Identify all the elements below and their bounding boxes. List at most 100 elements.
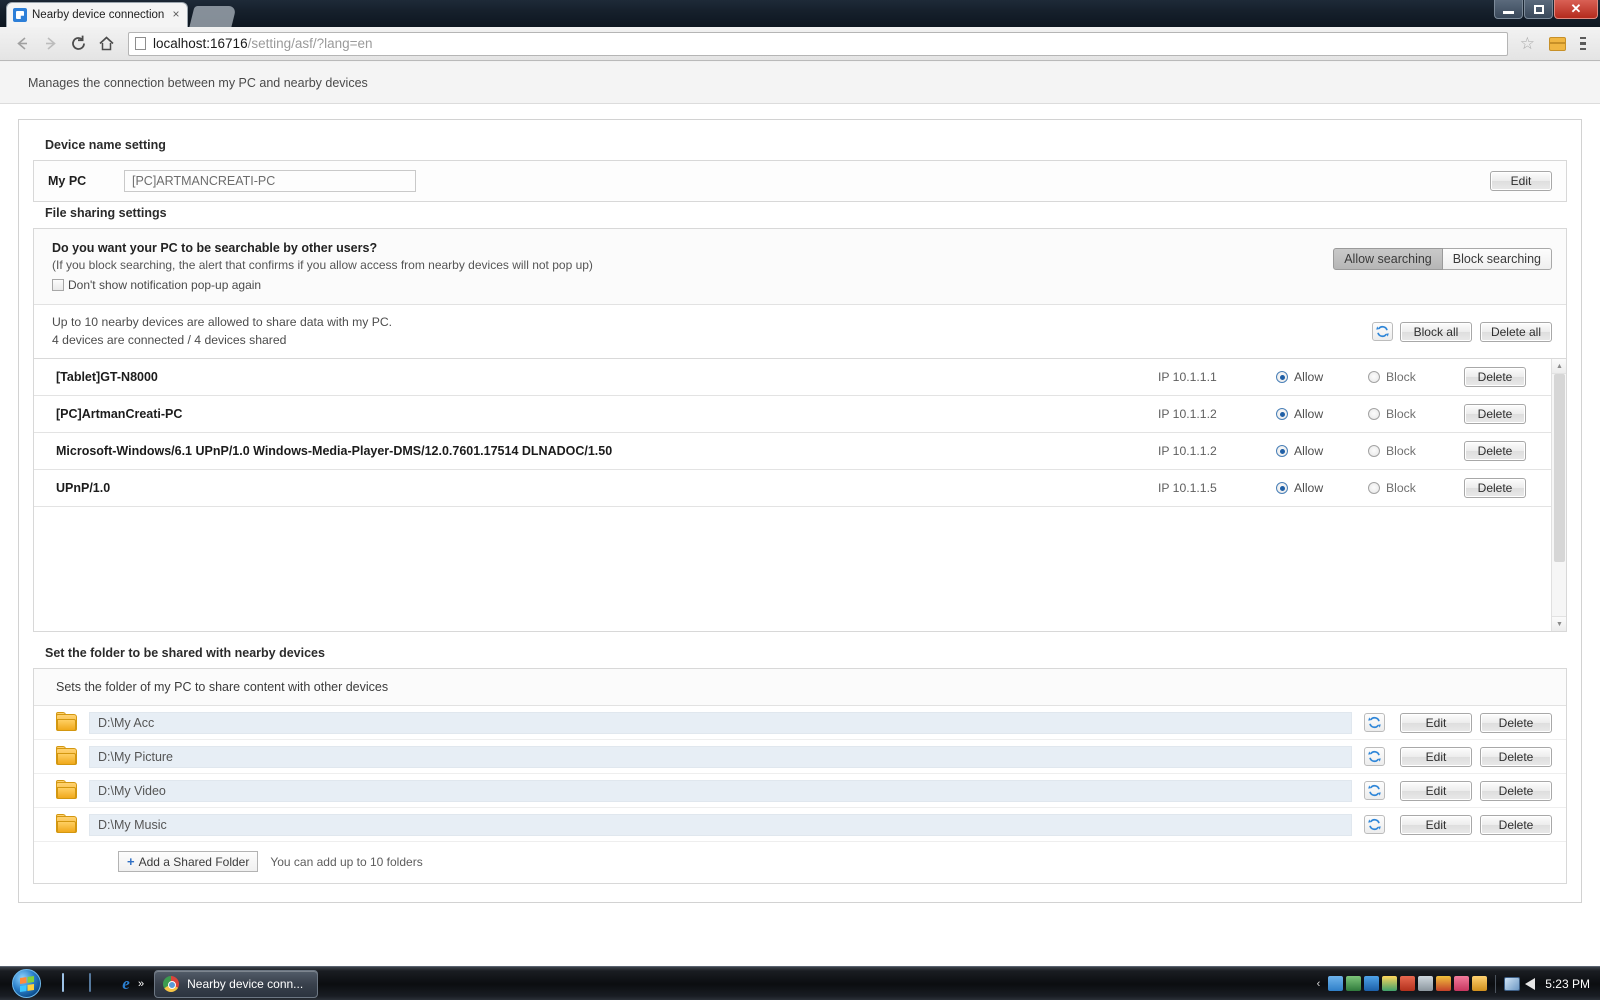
- scrollbar-thumb[interactable]: [1554, 374, 1565, 563]
- folder-section-title: Set the folder to be shared with nearby …: [45, 646, 325, 661]
- allow-searching-button[interactable]: Allow searching: [1333, 248, 1443, 270]
- show-desktop-icon[interactable]: [62, 972, 84, 994]
- device-name-edit-button[interactable]: Edit: [1490, 171, 1552, 191]
- device-ip-text: IP 10.1.1.2: [1158, 444, 1217, 459]
- block-all-button[interactable]: Block all: [1399, 321, 1472, 342]
- back-arrow-icon[interactable]: [8, 30, 36, 58]
- block-radio[interactable]: [1368, 408, 1380, 421]
- forward-arrow-icon[interactable]: [36, 30, 64, 58]
- folder-edit-button[interactable]: Edit: [1400, 814, 1472, 835]
- searchable-question-note: (If you block searching, the alert that …: [52, 258, 593, 272]
- device-name-input[interactable]: [124, 170, 416, 192]
- system-clock[interactable]: 5:23 PM: [1545, 977, 1590, 991]
- minimize-button[interactable]: [1494, 0, 1523, 19]
- folder-refresh-icon[interactable]: [1364, 747, 1385, 767]
- bookmark-star-icon[interactable]: ☆: [1514, 34, 1541, 54]
- maximize-button[interactable]: [1524, 0, 1553, 19]
- device-limit-line1: Up to 10 nearby devices are allowed to s…: [52, 315, 393, 329]
- file-sharing-section-title: File sharing settings: [45, 206, 167, 220]
- search-permission-toggle[interactable]: Allow searching Block searching: [1333, 248, 1552, 270]
- folder-refresh-icon[interactable]: [1364, 815, 1385, 835]
- searchable-block: Do you want your PC to be searchable by …: [34, 229, 1566, 305]
- tray-office-icon[interactable]: [1436, 976, 1452, 991]
- refresh-devices-icon[interactable]: [1371, 322, 1393, 342]
- switch-windows-icon[interactable]: [89, 972, 111, 994]
- allow-radio[interactable]: [1276, 371, 1288, 384]
- start-button[interactable]: [4, 969, 48, 999]
- folder-refresh-icon[interactable]: [1364, 713, 1385, 733]
- folder-delete-button[interactable]: Delete: [1480, 746, 1552, 767]
- block-label: Block: [1386, 370, 1416, 385]
- tray-drive-icon[interactable]: [1382, 976, 1398, 991]
- folder-edit-button[interactable]: Edit: [1400, 746, 1472, 767]
- new-tab-button[interactable]: [189, 6, 237, 27]
- tray-updater-icon[interactable]: [1400, 976, 1416, 991]
- device-block-option[interactable]: Block: [1368, 407, 1460, 421]
- folder-delete-button[interactable]: Delete: [1480, 814, 1552, 835]
- home-icon[interactable]: [92, 30, 120, 58]
- taskbar-window-button[interactable]: Nearby device conn...: [154, 969, 319, 998]
- tray-network-app-icon[interactable]: [1346, 976, 1362, 991]
- extension-icon[interactable]: [1549, 36, 1566, 51]
- block-radio[interactable]: [1368, 482, 1380, 495]
- device-allow-option[interactable]: Allow: [1276, 444, 1368, 458]
- reload-icon[interactable]: [64, 30, 92, 58]
- block-radio[interactable]: [1368, 445, 1380, 458]
- network-status-icon[interactable]: [1504, 976, 1521, 991]
- block-label: Block: [1386, 481, 1416, 496]
- tab-close-icon[interactable]: ×: [169, 8, 183, 22]
- folder-delete-button[interactable]: Delete: [1480, 780, 1552, 801]
- folder-edit-button[interactable]: Edit: [1400, 780, 1472, 801]
- block-radio[interactable]: [1368, 371, 1380, 384]
- dont-show-popup-row[interactable]: Don't show notification pop-up again: [52, 278, 593, 292]
- folder-path-field[interactable]: D:\My Music: [89, 813, 1352, 836]
- quick-launch-overflow-icon[interactable]: »: [138, 978, 144, 990]
- folder-refresh-icon[interactable]: [1364, 781, 1385, 801]
- device-delete-button[interactable]: Delete: [1464, 367, 1526, 388]
- allow-radio[interactable]: [1276, 408, 1288, 421]
- folder-path-field[interactable]: D:\My Picture: [89, 745, 1352, 768]
- tray-printer-icon[interactable]: [1418, 976, 1434, 991]
- delete-all-button[interactable]: Delete all: [1479, 321, 1552, 342]
- folder-path-field[interactable]: D:\My Video: [89, 779, 1352, 802]
- device-block-option[interactable]: Block: [1368, 444, 1460, 458]
- device-allow-option[interactable]: Allow: [1276, 407, 1368, 421]
- device-list-scrollbar[interactable]: ▲ ▼: [1551, 359, 1566, 632]
- close-window-button[interactable]: ✕: [1554, 0, 1598, 19]
- folder-path-field[interactable]: D:\My Acc: [89, 711, 1352, 734]
- device-delete-button[interactable]: Delete: [1464, 478, 1526, 499]
- volume-icon[interactable]: [1525, 977, 1536, 990]
- tray-folder-icon[interactable]: [1472, 976, 1488, 991]
- browser-tab[interactable]: Nearby device connection ×: [6, 2, 188, 27]
- device-delete-button[interactable]: Delete: [1464, 441, 1526, 462]
- chrome-icon: [163, 975, 180, 992]
- tray-app-icon[interactable]: [1328, 976, 1344, 991]
- tray-dropbox-icon[interactable]: [1364, 976, 1380, 991]
- folder-actions: Edit Delete: [1364, 746, 1552, 767]
- tray-media-icon[interactable]: [1454, 976, 1470, 991]
- file-sharing-panel: Do you want your PC to be searchable by …: [33, 228, 1567, 633]
- scroll-down-icon[interactable]: ▼: [1552, 616, 1566, 632]
- device-delete-button[interactable]: Delete: [1464, 404, 1526, 425]
- device-allow-option[interactable]: Allow: [1276, 481, 1368, 495]
- device-block-option[interactable]: Block: [1368, 370, 1460, 384]
- address-bar[interactable]: localhost:16716/setting/asf/?lang=en: [128, 31, 1508, 56]
- device-block-option[interactable]: Block: [1368, 481, 1460, 495]
- device-ip-text: IP 10.1.1.2: [1158, 407, 1217, 422]
- hamburger-menu-icon[interactable]: [1574, 34, 1592, 54]
- scroll-up-icon[interactable]: ▲: [1552, 359, 1566, 375]
- dont-show-popup-checkbox[interactable]: [52, 279, 64, 291]
- tray-expand-icon[interactable]: ‹: [1317, 978, 1321, 990]
- add-shared-folder-button[interactable]: + Add a Shared Folder: [118, 851, 259, 873]
- device-allow-option[interactable]: Allow: [1276, 370, 1368, 384]
- allow-radio[interactable]: [1276, 445, 1288, 458]
- folder-actions: Edit Delete: [1364, 780, 1552, 801]
- internet-explorer-icon[interactable]: e: [116, 974, 136, 993]
- block-searching-button[interactable]: Block searching: [1442, 248, 1552, 270]
- device-list: [Tablet]GT-N8000 IP 10.1.1.1 Allow Block Del…: [34, 359, 1566, 632]
- allow-radio[interactable]: [1276, 482, 1288, 495]
- folder-edit-button[interactable]: Edit: [1400, 712, 1472, 733]
- folder-delete-button[interactable]: Delete: [1480, 712, 1552, 733]
- allow-label: Allow: [1294, 444, 1324, 459]
- folder-actions: Edit Delete: [1364, 712, 1552, 733]
